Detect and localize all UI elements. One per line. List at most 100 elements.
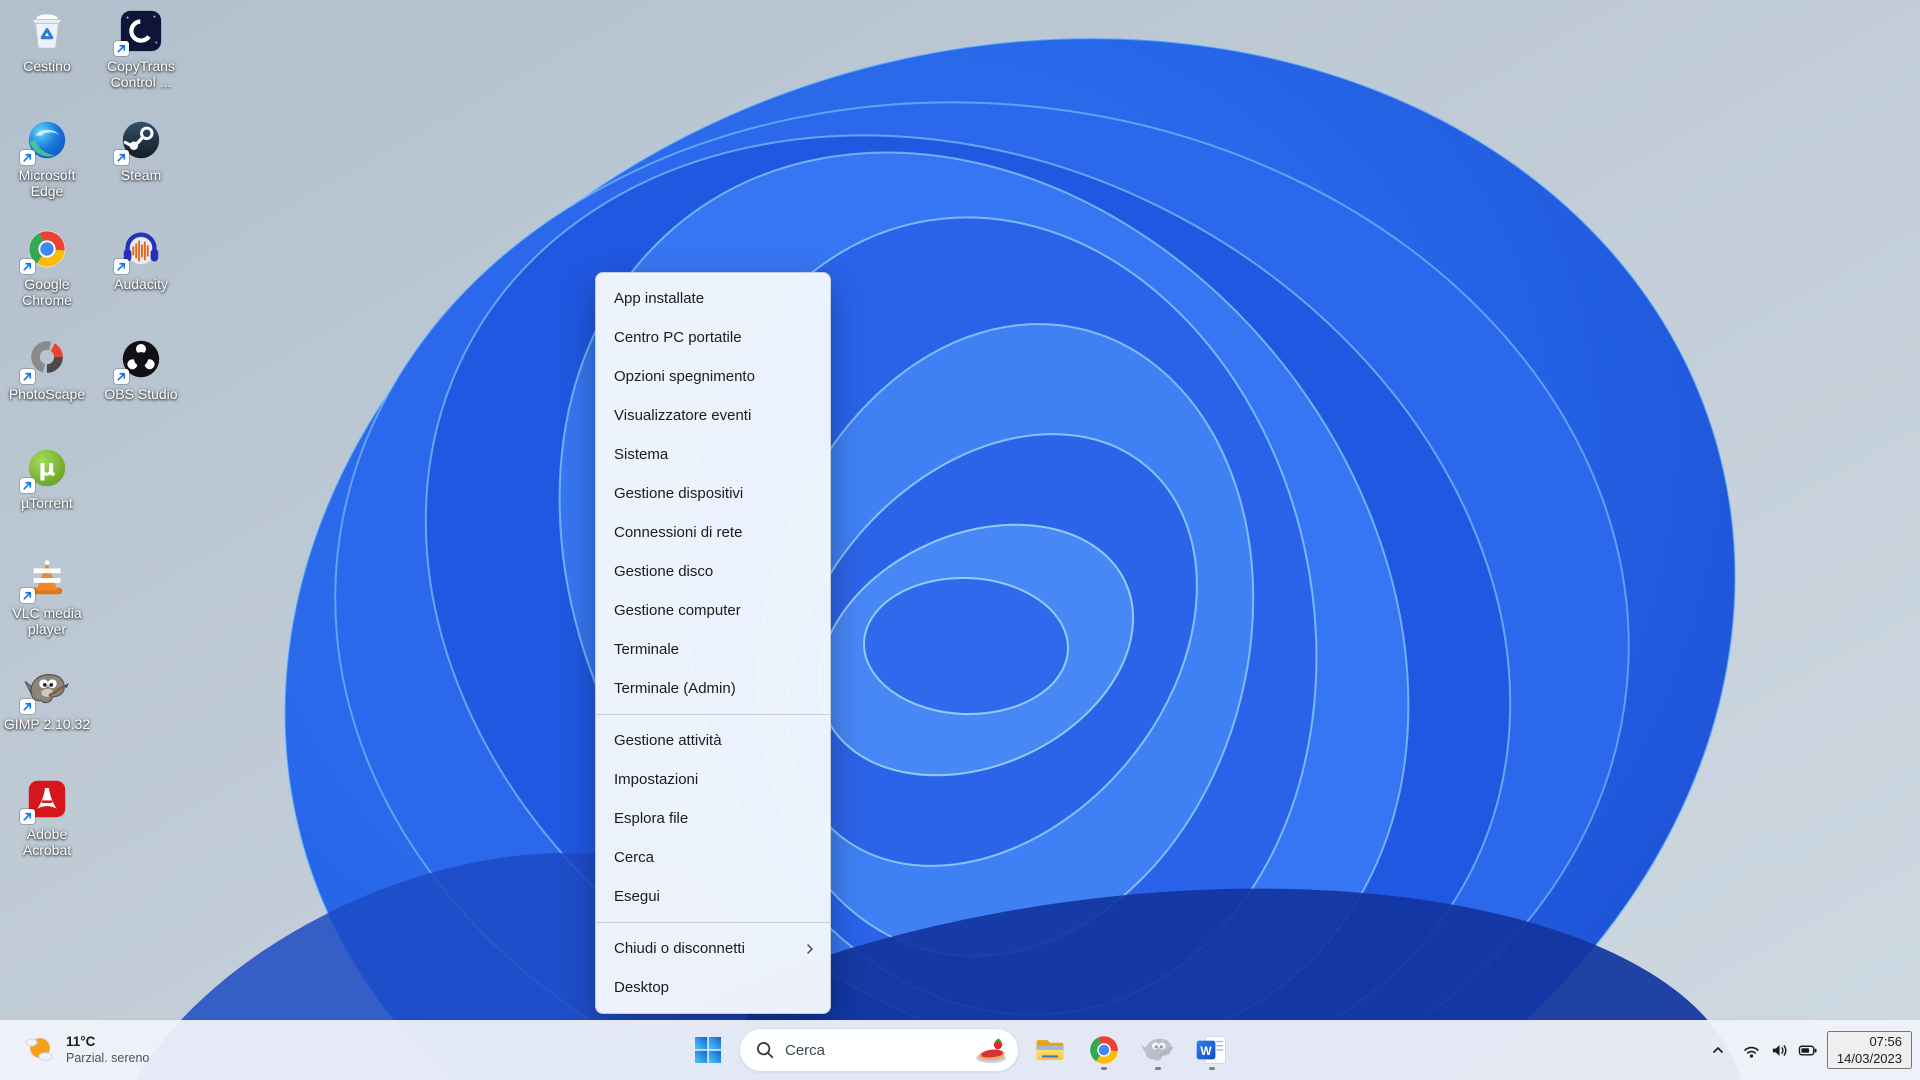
taskbar-app-chrome[interactable] — [1081, 1027, 1127, 1073]
taskbar-center-group: Cerca W — [685, 1020, 1235, 1080]
chrome-icon — [20, 226, 70, 274]
gimp-icon — [20, 666, 70, 714]
menu-item-terminale-admin[interactable]: Terminale (Admin) — [596, 669, 830, 708]
desktop: Cestino CopyTrans Control ... Microsoft … — [0, 0, 1920, 1080]
desktop-icon-label: CopyTrans Control ... — [107, 58, 175, 90]
desktop-icon-photoscape[interactable]: PhotoScape — [2, 336, 92, 402]
menu-item-app-installate[interactable]: App installate — [596, 279, 830, 318]
submenu-chevron-icon — [804, 943, 816, 955]
svg-text:W: W — [1200, 1044, 1212, 1058]
shortcut-arrow-icon — [114, 150, 129, 165]
taskbar-app-gimp[interactable] — [1135, 1027, 1181, 1073]
taskbar-app-file-explorer[interactable] — [1027, 1027, 1073, 1073]
tray-chevron-button[interactable] — [1703, 1030, 1733, 1070]
shortcut-arrow-icon — [20, 369, 35, 384]
desktop-icon-cestino[interactable]: Cestino — [2, 8, 92, 74]
taskbar: 11°C Parzial. sereno Cerca W 07:56 14/03… — [0, 1020, 1920, 1080]
search-box[interactable]: Cerca — [739, 1028, 1019, 1072]
menu-item-esegui[interactable]: Esegui — [596, 877, 830, 916]
menu-separator — [596, 714, 830, 715]
shortcut-arrow-icon — [114, 259, 129, 274]
clock-time: 07:56 — [1869, 1034, 1902, 1049]
photoscape-icon — [20, 336, 70, 384]
clock-button[interactable]: 07:56 14/03/2023 — [1826, 1031, 1912, 1069]
menu-item-chiudi-o-disconnetti[interactable]: Chiudi o disconnetti — [596, 929, 830, 968]
wifi-icon — [1742, 1041, 1761, 1060]
obs-icon — [114, 336, 164, 384]
audacity-icon — [114, 226, 164, 274]
chevron-up-icon — [1710, 1042, 1726, 1058]
menu-item-visualizzatore-eventi[interactable]: Visualizzatore eventi — [596, 396, 830, 435]
desktop-icon-label: VLC media player — [12, 605, 82, 637]
desktop-icon-audacity[interactable]: Audacity — [96, 226, 186, 292]
widgets-weather-button[interactable]: 11°C Parzial. sereno — [10, 1025, 161, 1075]
desktop-icon-gimp[interactable]: GIMP 2.10.32 — [2, 666, 92, 732]
shortcut-arrow-icon — [114, 41, 129, 56]
quick-settings-button[interactable] — [1735, 1030, 1825, 1070]
running-indicator — [1155, 1067, 1161, 1070]
wallpaper-bloom — [0, 0, 1920, 1080]
menu-item-sistema[interactable]: Sistema — [596, 435, 830, 474]
running-indicator — [1101, 1067, 1107, 1070]
desktop-icon-label: Steam — [120, 167, 162, 183]
desktop-icon-label: Audacity — [114, 276, 168, 292]
vlc-icon — [20, 555, 70, 603]
desktop-icon-label: Adobe Acrobat — [22, 826, 72, 858]
start-button[interactable] — [685, 1027, 731, 1073]
desktop-icon-label: OBS Studio — [104, 386, 178, 402]
desktop-icon-label: µTorrent — [21, 495, 73, 511]
desktop-icon-label: GIMP 2.10.32 — [3, 716, 91, 732]
desktop-icon-vlc[interactable]: VLC media player — [2, 555, 92, 637]
menu-item-gestione-disco[interactable]: Gestione disco — [596, 552, 830, 591]
utorrent-icon: µ — [20, 445, 70, 493]
battery-icon — [1798, 1041, 1818, 1060]
menu-item-gestione-computer[interactable]: Gestione computer — [596, 591, 830, 630]
shortcut-arrow-icon — [20, 699, 35, 714]
menu-separator — [596, 922, 830, 923]
search-highlight-pie-icon[interactable] — [972, 1035, 1010, 1065]
file-explorer-icon — [1032, 1032, 1068, 1068]
chrome-icon — [1086, 1032, 1122, 1068]
winx-context-menu: App installate Centro PC portatile Opzio… — [595, 272, 831, 1014]
menu-item-cerca[interactable]: Cerca — [596, 838, 830, 877]
desktop-icon-utorrent[interactable]: µ µTorrent — [2, 445, 92, 511]
weather-condition: Parzial. sereno — [66, 1051, 150, 1065]
svg-text:µ: µ — [39, 456, 56, 482]
menu-item-gestione-dispositivi[interactable]: Gestione dispositivi — [596, 474, 830, 513]
gimp-icon-grayscale — [1140, 1032, 1176, 1068]
desktop-icon-label: Microsoft Edge — [18, 167, 76, 199]
menu-item-centro-pc-portatile[interactable]: Centro PC portatile — [596, 318, 830, 357]
clock-date: 14/03/2023 — [1836, 1051, 1902, 1066]
recycle-bin-icon — [24, 8, 70, 54]
desktop-icon-label: Google Chrome — [22, 276, 72, 308]
search-placeholder: Cerca — [785, 1041, 826, 1059]
desktop-icon-label: PhotoScape — [8, 386, 86, 402]
desktop-icon-google-chrome[interactable]: Google Chrome — [2, 226, 92, 308]
menu-item-connessioni-di-rete[interactable]: Connessioni di rete — [596, 513, 830, 552]
steam-icon — [114, 117, 164, 165]
shortcut-arrow-icon — [20, 259, 35, 274]
menu-item-gestione-attivita[interactable]: Gestione attività — [596, 721, 830, 760]
desktop-icon-obs-studio[interactable]: OBS Studio — [96, 336, 186, 402]
desktop-icon-microsoft-edge[interactable]: Microsoft Edge — [2, 117, 92, 199]
edge-icon — [20, 117, 70, 165]
menu-item-desktop[interactable]: Desktop — [596, 968, 830, 1007]
desktop-icon-copytrans[interactable]: CopyTrans Control ... — [96, 8, 186, 90]
desktop-icon-steam[interactable]: Steam — [96, 117, 186, 183]
shortcut-arrow-icon — [20, 150, 35, 165]
shortcut-arrow-icon — [20, 588, 35, 603]
desktop-icon-adobe-acrobat[interactable]: Adobe Acrobat — [2, 776, 92, 858]
acrobat-icon — [20, 776, 70, 824]
volume-icon — [1770, 1041, 1789, 1060]
copytrans-icon — [114, 8, 164, 56]
taskbar-app-word[interactable]: W — [1189, 1027, 1235, 1073]
shortcut-arrow-icon — [20, 478, 35, 493]
weather-icon — [22, 1033, 56, 1067]
menu-item-opzioni-spegnimento[interactable]: Opzioni spegnimento — [596, 357, 830, 396]
menu-item-impostazioni[interactable]: Impostazioni — [596, 760, 830, 799]
menu-item-terminale[interactable]: Terminale — [596, 630, 830, 669]
menu-item-esplora-file[interactable]: Esplora file — [596, 799, 830, 838]
weather-temperature: 11°C — [66, 1034, 96, 1049]
word-icon: W — [1195, 1033, 1229, 1067]
desktop-icon-label: Cestino — [23, 58, 71, 74]
